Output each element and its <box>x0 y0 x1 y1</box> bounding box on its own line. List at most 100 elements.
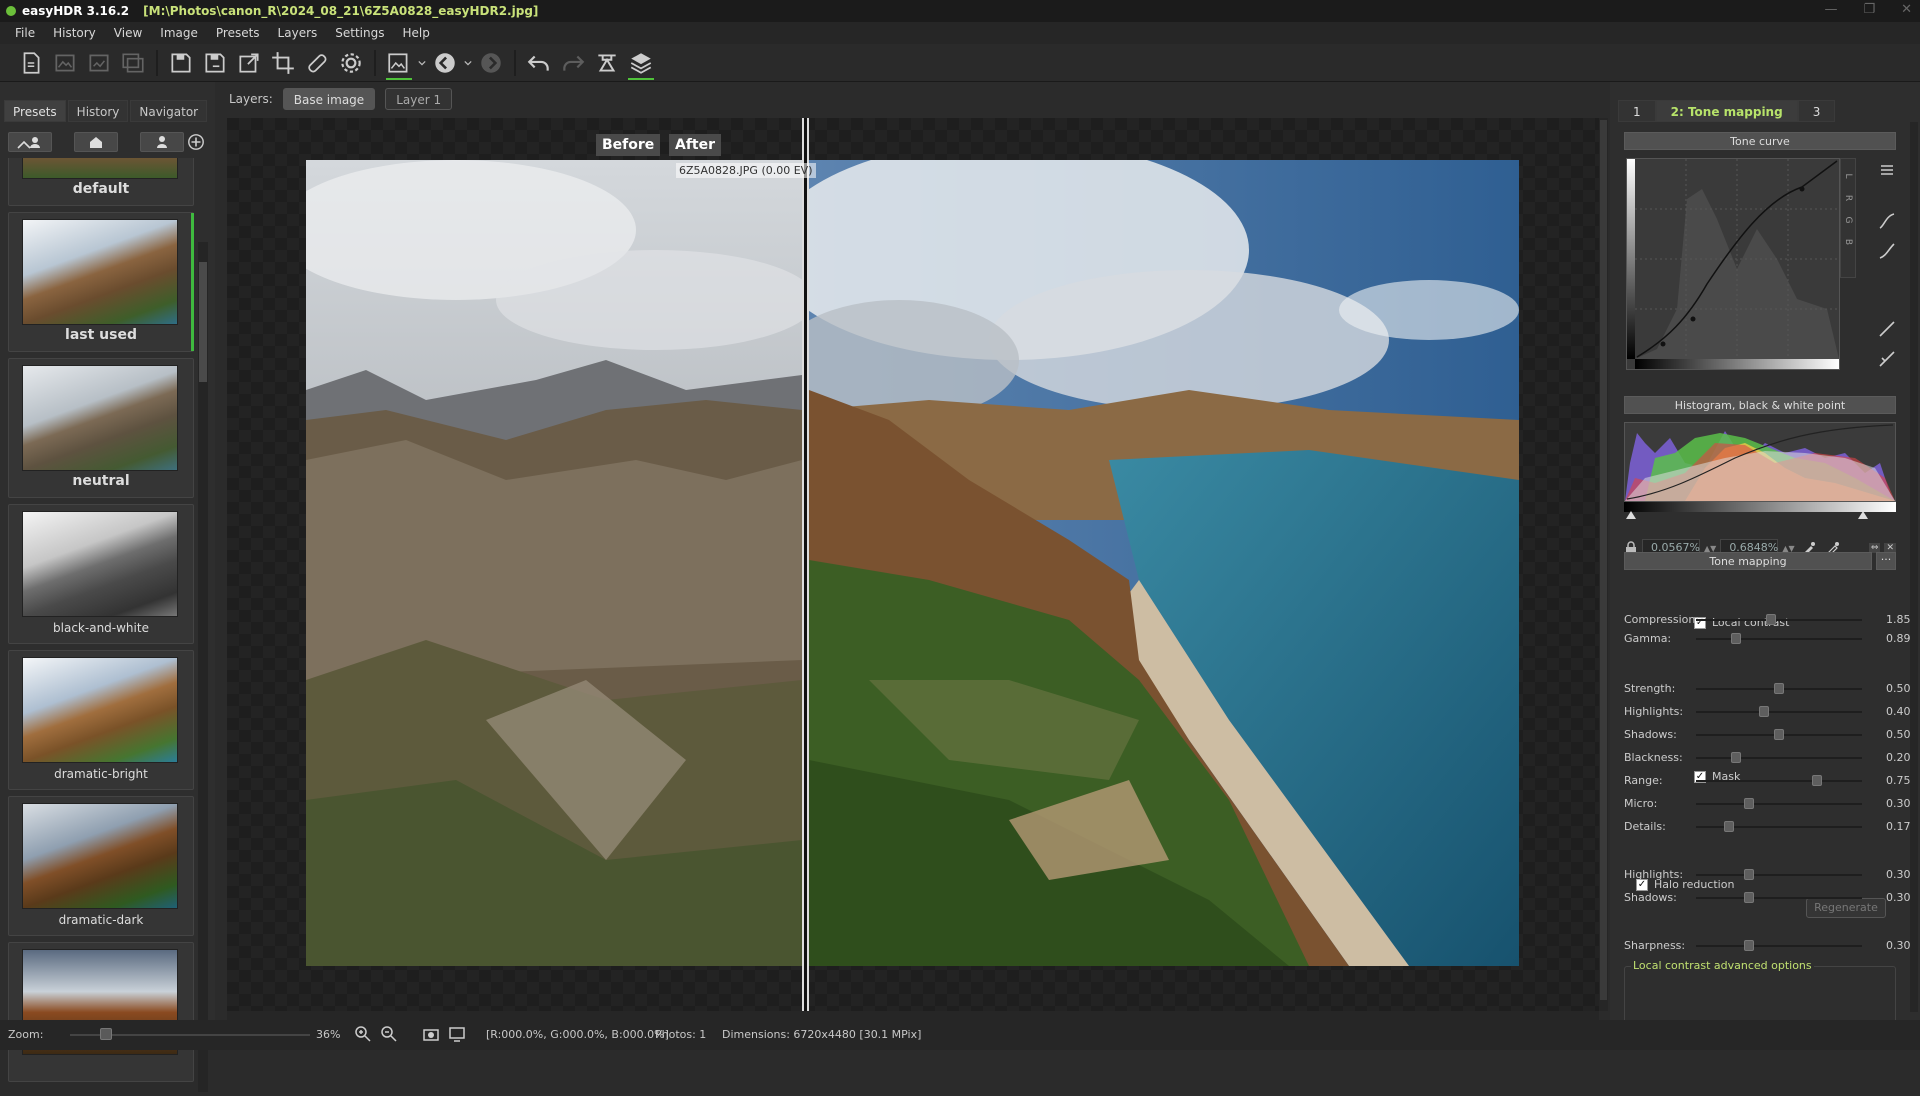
tone-curve-editor[interactable] <box>1626 158 1840 370</box>
export-icon[interactable] <box>232 46 266 80</box>
load-images-icon[interactable] <box>48 46 82 80</box>
horizontal-scrollbar[interactable] <box>227 1011 1599 1020</box>
slider-track[interactable] <box>1696 874 1862 876</box>
zoom-out-icon[interactable] <box>380 1025 398 1046</box>
menu-help[interactable]: Help <box>393 26 438 40</box>
slider-blackness[interactable]: Blackness: 0.20 <box>1624 749 1914 767</box>
tone-curve-header[interactable]: Tone curve <box>1624 132 1896 150</box>
preset-scrollbar[interactable] <box>198 242 208 1092</box>
curve-smooth-icon[interactable] <box>1876 210 1898 232</box>
minimize-icon[interactable]: — <box>1824 2 1837 17</box>
slider-track[interactable] <box>1696 638 1862 640</box>
slider-details[interactable]: Details: 0.17 <box>1624 818 1914 836</box>
chevron-down-icon[interactable] <box>416 46 428 80</box>
image-mode-icon[interactable] <box>382 46 416 80</box>
slider-highlights[interactable]: Highlights: 0.40 <box>1624 703 1914 721</box>
slider-highlights[interactable]: Highlights: 0.30 <box>1624 866 1914 884</box>
zoom-slider-knob[interactable] <box>100 1028 112 1040</box>
tone-mapping-header[interactable]: Tone mapping <box>1624 552 1872 570</box>
preset-more[interactable] <box>8 942 194 1082</box>
slider-knob[interactable] <box>1744 892 1755 903</box>
settings-icon[interactable] <box>334 46 368 80</box>
list-icon[interactable] <box>1876 160 1898 182</box>
slider-track[interactable] <box>1696 897 1862 899</box>
slider-track[interactable] <box>1696 780 1862 782</box>
open-file-icon[interactable] <box>14 46 48 80</box>
layers-icon[interactable] <box>624 46 658 80</box>
histogram[interactable] <box>1624 422 1896 502</box>
channel-l[interactable]: L <box>1843 169 1853 183</box>
menu-presets[interactable]: Presets <box>207 26 269 40</box>
slider-knob[interactable] <box>1724 821 1735 832</box>
black-point-marker[interactable] <box>1626 511 1636 519</box>
crop-icon[interactable] <box>266 46 300 80</box>
preset-dramatic-bright[interactable]: dramatic-bright <box>8 650 194 790</box>
reset-curve-icon[interactable] <box>1876 318 1898 340</box>
menu-image[interactable]: Image <box>151 26 207 40</box>
preset-default[interactable]: default <box>8 158 194 206</box>
tone-mapping-menu-button[interactable]: ··· <box>1876 552 1896 570</box>
tab-1[interactable]: 1 <box>1618 100 1656 122</box>
preset-dramatic-dark[interactable]: dramatic-dark <box>8 796 194 936</box>
preset-last-used[interactable]: last used <box>8 212 194 352</box>
white-point-marker[interactable] <box>1858 511 1868 519</box>
slider-knob[interactable] <box>1730 752 1741 763</box>
slider-knob[interactable] <box>1812 775 1823 786</box>
save-icon[interactable] <box>164 46 198 80</box>
menu-history[interactable]: History <box>44 26 105 40</box>
person-presets-button[interactable] <box>140 132 184 152</box>
tab-presets[interactable]: Presets <box>4 100 66 122</box>
preset-neutral[interactable]: neutral <box>8 358 194 498</box>
histogram-header[interactable]: Histogram, black & white point <box>1624 396 1896 414</box>
menu-file[interactable]: File <box>6 26 44 40</box>
tab-history[interactable]: History <box>67 100 129 122</box>
split-divider[interactable] <box>802 118 809 1011</box>
menu-settings[interactable]: Settings <box>326 26 393 40</box>
monitor-icon[interactable] <box>448 1025 466 1046</box>
slider-shadows[interactable]: Shadows: 0.30 <box>1624 889 1914 907</box>
slider-knob[interactable] <box>1744 869 1755 880</box>
slider-knob[interactable] <box>1765 614 1776 625</box>
slider-knob[interactable] <box>1744 798 1755 809</box>
slider-knob[interactable] <box>1759 706 1770 717</box>
channel-b[interactable]: B <box>1843 235 1853 249</box>
channel-r[interactable]: R <box>1843 191 1853 205</box>
tab-navigator[interactable]: Navigator <box>130 100 208 122</box>
menu-layers[interactable]: Layers <box>269 26 327 40</box>
layer-base-image[interactable]: Base image <box>282 88 376 110</box>
slider-compression[interactable]: Compression: 1.85 <box>1624 611 1914 629</box>
save-as-icon[interactable] <box>198 46 232 80</box>
zoom-in-icon[interactable] <box>354 1025 372 1046</box>
curve-linear-icon[interactable] <box>1876 240 1898 262</box>
user-presets-button[interactable] <box>8 132 52 152</box>
slider-shadows[interactable]: Shadows: 0.50 <box>1624 726 1914 744</box>
slider-track[interactable] <box>1696 803 1862 805</box>
snapshot-icon[interactable] <box>422 1025 440 1046</box>
image-canvas[interactable]: Before After 6Z5A0828.JPG (0.00 EV) <box>227 118 1599 1011</box>
slider-knob[interactable] <box>1774 729 1784 740</box>
slider-track[interactable] <box>1696 826 1862 828</box>
slider-track[interactable] <box>1696 711 1862 713</box>
undo-icon[interactable] <box>522 46 556 80</box>
maximize-icon[interactable]: ❐ <box>1863 2 1875 17</box>
healing-brush-icon[interactable] <box>300 46 334 80</box>
slider-knob[interactable] <box>1730 633 1741 644</box>
batch-icon[interactable] <box>82 46 116 80</box>
tab-tone-mapping[interactable]: 2: Tone mapping <box>1655 100 1798 122</box>
forward-icon[interactable] <box>474 46 508 80</box>
slider-track[interactable] <box>1696 945 1862 947</box>
curve-channel-selector[interactable]: L R G B <box>1840 158 1856 278</box>
close-icon[interactable]: ✕ <box>1901 2 1912 17</box>
clear-icon[interactable] <box>590 46 624 80</box>
slider-sharpness[interactable]: Sharpness: 0.30 <box>1624 937 1914 955</box>
slider-track[interactable] <box>1696 757 1862 759</box>
slider-knob[interactable] <box>1774 683 1784 694</box>
slider-range[interactable]: Range: 0.75 <box>1624 772 1914 790</box>
preset-black-and-white[interactable]: black-and-white <box>8 504 194 644</box>
vertical-scrollbar[interactable] <box>1599 118 1608 1011</box>
slider-micro[interactable]: Micro: 0.30 <box>1624 795 1914 813</box>
tab-3[interactable]: 3 <box>1797 100 1836 122</box>
redo-icon[interactable] <box>556 46 590 80</box>
slider-strength[interactable]: Strength: 0.50 <box>1624 680 1914 698</box>
auto-curve-icon[interactable] <box>1876 348 1898 370</box>
